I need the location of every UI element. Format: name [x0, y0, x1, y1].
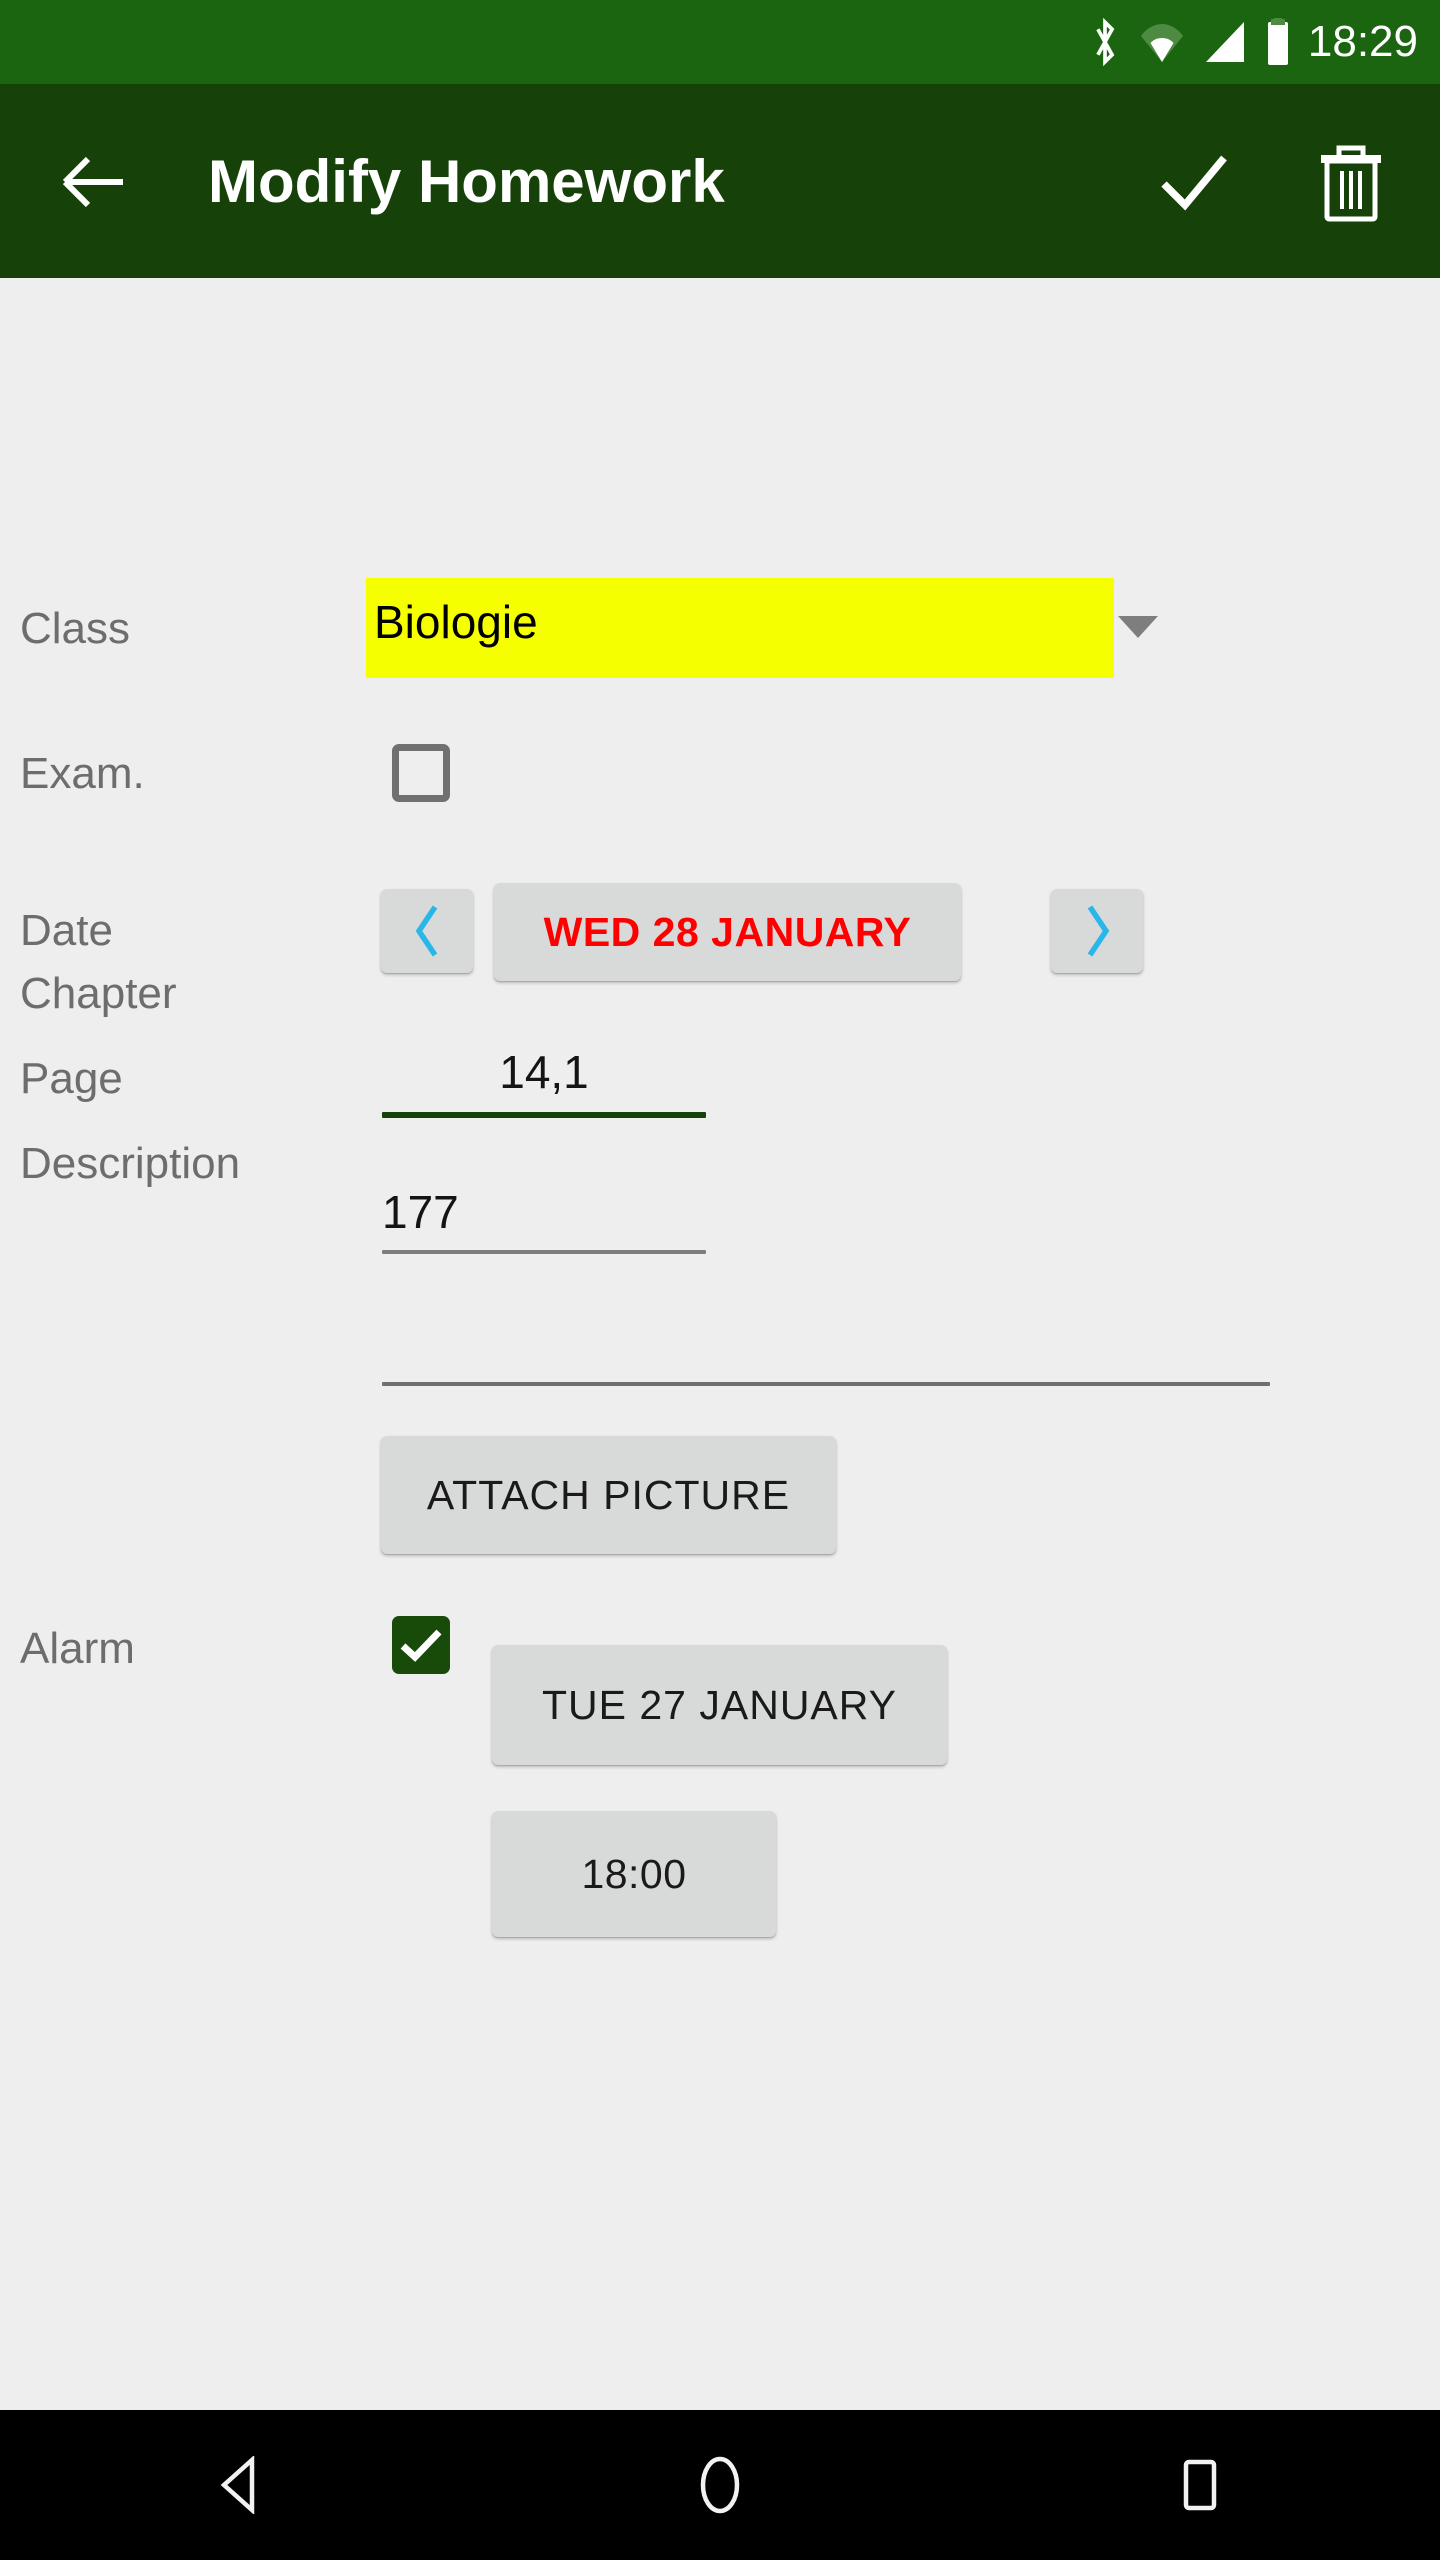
page-label: Page — [20, 1054, 123, 1103]
trash-icon — [1321, 145, 1381, 222]
chapter-label: Chapter — [20, 969, 177, 1018]
chevron-right-icon — [1087, 905, 1110, 957]
date-label: Date — [20, 906, 113, 955]
description-underline — [382, 1382, 1270, 1386]
wifi-icon — [1140, 24, 1183, 62]
exam-checkbox[interactable] — [392, 744, 450, 802]
date-picker-button[interactable]: WED 28 JANUARY — [494, 883, 961, 981]
page-underline — [382, 1250, 706, 1254]
alarm-date-value: TUE 27 JANUARY — [541, 1681, 897, 1728]
attach-picture-button[interactable]: ATTACH PICTURE — [381, 1436, 836, 1554]
android-nav-bar — [0, 2410, 1440, 2560]
description-label: Description — [20, 1139, 241, 1188]
status-icon-group — [1088, 17, 1292, 67]
page-title: Modify Homework — [208, 148, 725, 215]
nav-home-button[interactable] — [645, 2410, 795, 2560]
battery-icon — [1267, 18, 1288, 65]
nav-home-circle-icon — [700, 2456, 740, 2514]
chapter-underline — [382, 1112, 706, 1118]
back-arrow-icon — [62, 156, 123, 208]
nav-recents-button[interactable] — [1125, 2410, 1275, 2560]
status-bar: 18:29 — [0, 0, 1440, 84]
alarm-time-button[interactable]: 18:00 — [492, 1811, 776, 1937]
exam-label: Exam. — [20, 749, 145, 798]
checkmark-icon — [400, 1629, 442, 1662]
alarm-time-value: 18:00 — [581, 1850, 687, 1897]
chapter-input[interactable] — [382, 1043, 706, 1101]
chevron-left-icon — [415, 905, 438, 957]
chevron-down-icon[interactable] — [1118, 616, 1158, 638]
save-button[interactable] — [1155, 144, 1233, 222]
class-label: Class — [20, 604, 131, 653]
page-input[interactable] — [382, 1183, 706, 1241]
check-icon — [1161, 155, 1227, 211]
signal-icon — [1205, 22, 1244, 62]
class-spinner-value: Biologie — [374, 596, 538, 648]
class-spinner[interactable]: Biologie — [366, 578, 1114, 678]
attach-picture-label: ATTACH PICTURE — [426, 1471, 791, 1518]
back-button[interactable] — [58, 146, 130, 218]
date-prev-button[interactable] — [381, 889, 473, 973]
bluetooth-icon — [1096, 17, 1115, 67]
date-value: WED 28 JANUARY — [543, 908, 912, 955]
nav-recents-square-icon — [1183, 2459, 1217, 2511]
alarm-checkbox[interactable] — [392, 1616, 450, 1674]
nav-back-button[interactable] — [165, 2410, 315, 2560]
status-bar-clock: 18:29 — [1307, 17, 1418, 66]
app-bar: Modify Homework — [0, 84, 1440, 278]
homework-form: Class Biologie Exam. Date WED 28 JANUARY… — [0, 278, 1440, 2410]
android-screen: 18:29 Modify Homework Class Biologie Exa… — [0, 0, 1440, 2560]
delete-button[interactable] — [1312, 140, 1390, 226]
nav-back-triangle-icon — [220, 2456, 255, 2514]
alarm-date-button[interactable]: TUE 27 JANUARY — [492, 1645, 947, 1765]
date-next-button[interactable] — [1051, 889, 1143, 973]
description-input[interactable] — [382, 1313, 1270, 1371]
alarm-label: Alarm — [20, 1624, 135, 1673]
